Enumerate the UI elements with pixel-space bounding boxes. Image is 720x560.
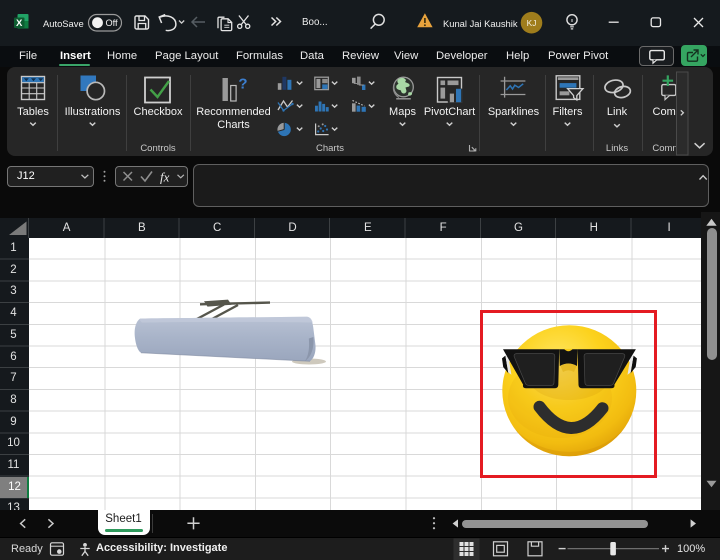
svg-text:KJ: KJ [527, 18, 537, 28]
svg-text:?: ? [238, 76, 247, 93]
svg-text:X: X [16, 18, 23, 29]
svg-text:Off: Off [106, 18, 119, 28]
svg-text:fx: fx [160, 170, 170, 185]
